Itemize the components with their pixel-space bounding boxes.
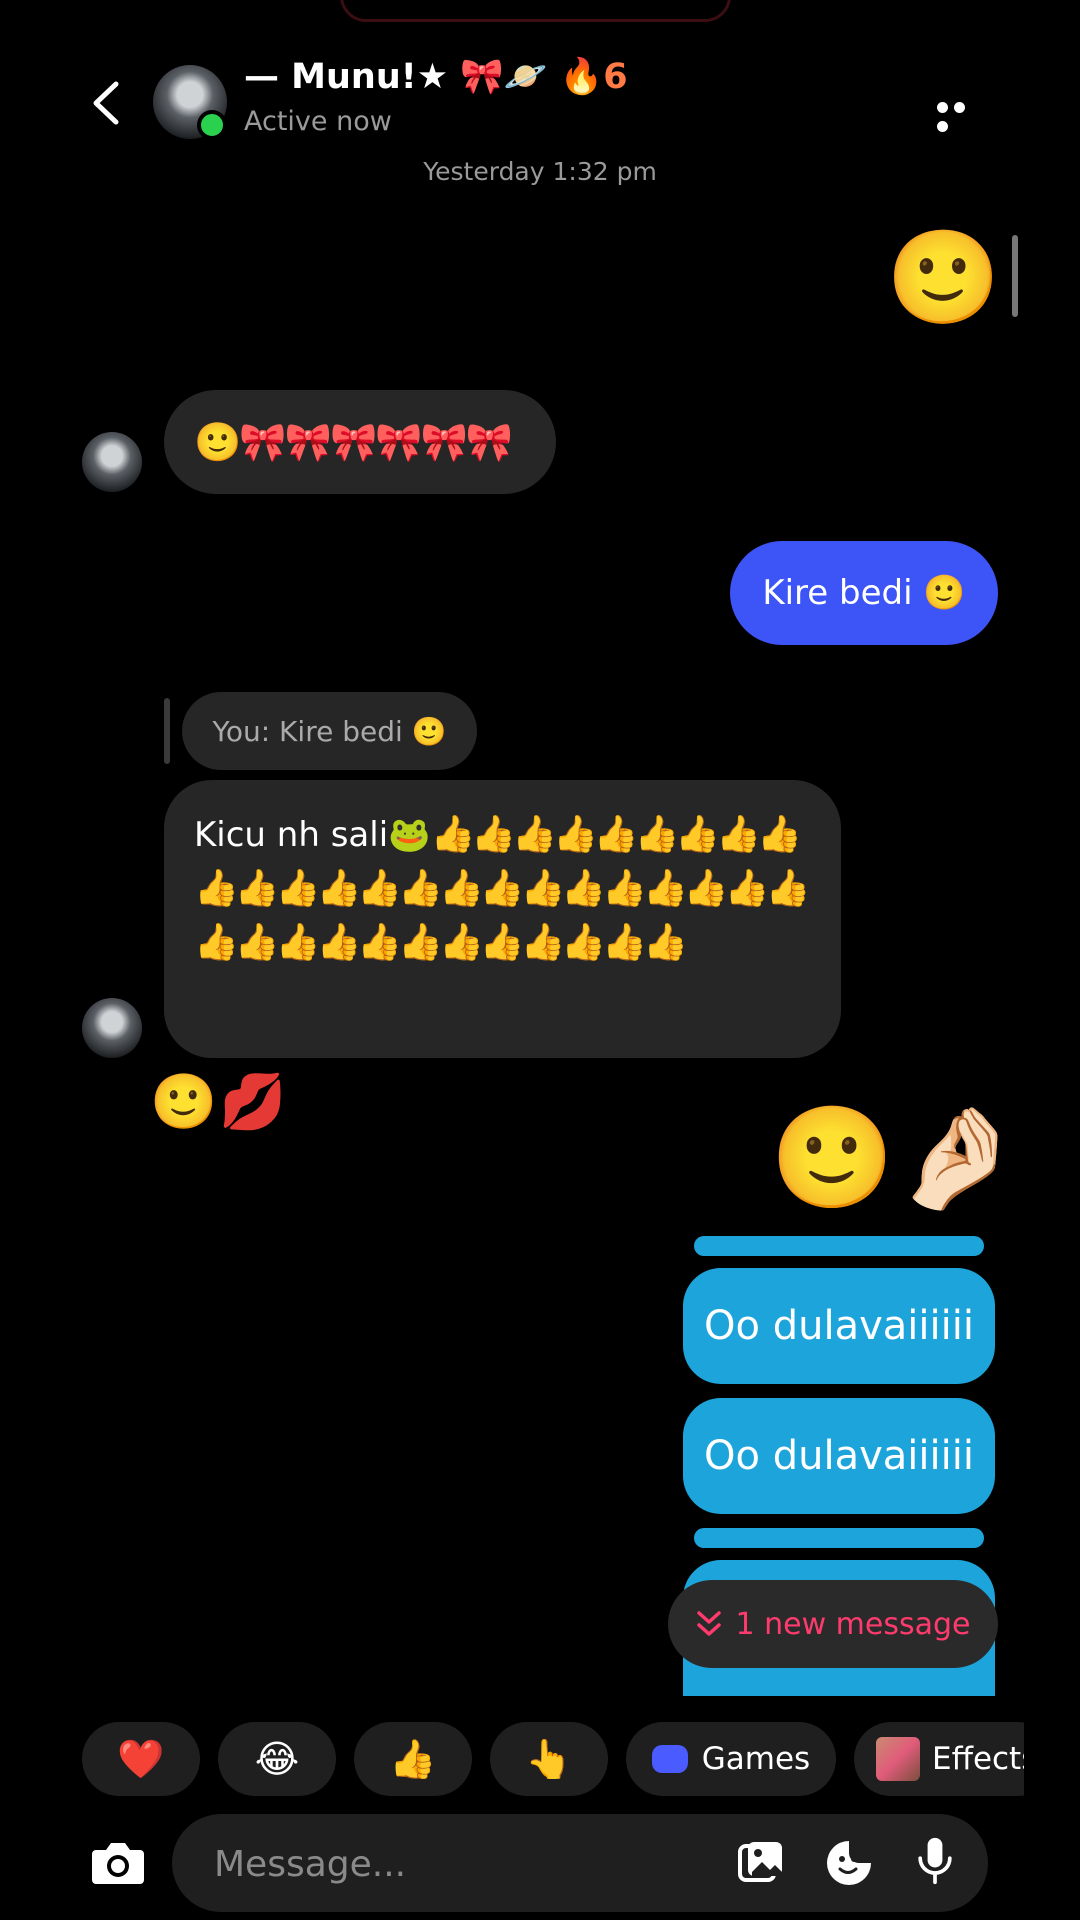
back-arrow-icon[interactable] — [86, 78, 126, 128]
heart-icon: ❤️ — [117, 1736, 165, 1781]
sent-message-bubble[interactable]: Kire bedi 🙂 — [730, 541, 998, 645]
sent-message-bubble[interactable]: Oo dulavaiiiiii — [683, 1398, 995, 1514]
more-options-icon[interactable] — [937, 98, 985, 132]
sent-message-edge — [694, 1236, 984, 1256]
gamepad-icon — [651, 1745, 688, 1773]
message-text: Kicu nh sali🐸 — [194, 815, 431, 855]
message-timestamp: Yesterday 1:32 pm — [423, 157, 657, 186]
new-message-label: 1 new message — [735, 1606, 971, 1642]
pointing-hand-icon: 👆 — [525, 1736, 573, 1781]
reply-indicator-bar — [164, 698, 170, 764]
thumbs-up-reaction-button[interactable]: 👍 — [354, 1722, 472, 1796]
sent-message-bubble[interactable]: Oo dulavaiiiiii — [683, 1268, 995, 1384]
sticker-icon[interactable] — [824, 1838, 874, 1888]
received-message-bubble[interactable]: 🙂🎀🎀🎀🎀🎀🎀 — [164, 390, 556, 494]
contact-name-text: — Munu!★ 🎀🪐 — [244, 57, 548, 97]
sent-emoji-message[interactable]: 🙂 — [886, 232, 1001, 324]
new-message-pill[interactable]: 1 new message — [668, 1580, 998, 1668]
games-label: Games — [701, 1741, 811, 1777]
games-button[interactable]: Games — [626, 1722, 836, 1796]
contact-name[interactable]: — Munu!★ 🎀🪐 🔥6 — [244, 56, 628, 97]
streak-fire-icon: 🔥 — [559, 57, 604, 97]
reply-preview[interactable]: You: Kire bedi 🙂 — [182, 692, 477, 770]
sender-avatar[interactable] — [82, 998, 142, 1058]
effects-button[interactable]: Effects — [854, 1722, 1024, 1796]
laugh-reaction-button[interactable]: 😂 — [218, 1722, 336, 1796]
streak-count: 6 — [603, 57, 628, 97]
received-message-bubble-long[interactable]: Kicu nh sali🐸👍👍👍👍👍👍👍👍👍👍👍👍👍👍👍👍👍👍👍👍👍👍👍👍👍👍👍… — [164, 780, 841, 1058]
top-frame-outline — [340, 0, 731, 22]
gallery-icon[interactable] — [736, 1838, 786, 1888]
quick-reactions-bar: ❤️ 😂 👍 👆 Games Effects — [82, 1722, 1024, 1796]
message-reaction[interactable]: 🙂💋 — [150, 1070, 288, 1134]
laugh-icon: 😂 — [254, 1737, 300, 1781]
effects-thumbnail — [876, 1737, 920, 1781]
heart-reaction-button[interactable]: ❤️ — [82, 1722, 200, 1796]
sender-avatar[interactable] — [82, 432, 142, 492]
sent-emoji-message[interactable]: 🙂🤌🏻 — [770, 1108, 1019, 1208]
point-reaction-button[interactable]: 👆 — [490, 1722, 608, 1796]
scrollbar-thumb[interactable] — [1012, 235, 1018, 317]
message-input[interactable] — [212, 1830, 696, 1898]
microphone-icon[interactable] — [910, 1836, 960, 1886]
online-status-dot — [197, 110, 227, 140]
sent-message-edge — [694, 1528, 984, 1548]
effects-label: Effects — [932, 1741, 1024, 1777]
camera-icon[interactable] — [90, 1838, 146, 1886]
thumbs-up-icon: 👍 — [389, 1736, 437, 1781]
active-status: Active now — [244, 106, 392, 137]
double-chevron-down-icon — [696, 1611, 721, 1636]
